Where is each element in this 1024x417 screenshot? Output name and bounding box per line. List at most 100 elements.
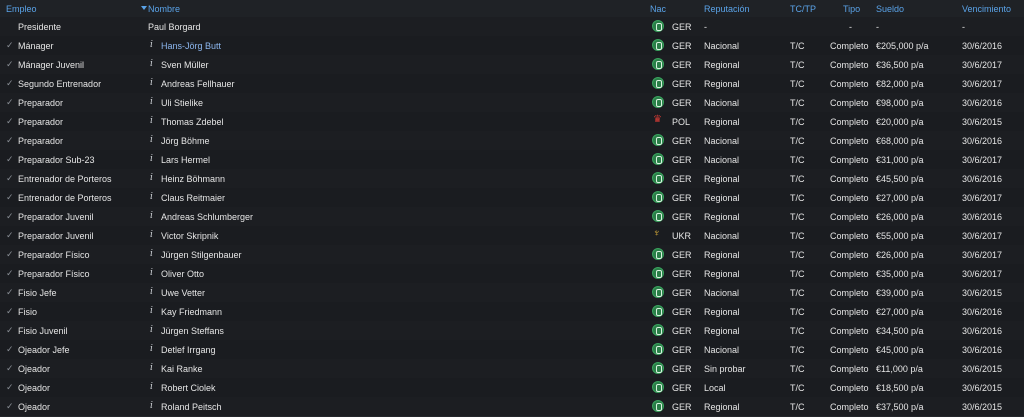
- header-tipo[interactable]: Tipo: [843, 4, 860, 14]
- table-row[interactable]: ✓ Ojeador i Roland Peitsch GER Regional T/C Com…: [0, 397, 1024, 417]
- table-row[interactable]: ✓ Entrenador de Porteros i Heinz Böhmann GER…: [0, 169, 1024, 189]
- cell-tipo: Completo: [830, 98, 869, 108]
- header-empleo[interactable]: Empleo: [6, 4, 37, 14]
- cell-nombre[interactable]: Jürgen Stilgenbauer: [161, 250, 242, 260]
- info-icon[interactable]: i: [150, 135, 153, 145]
- table-row[interactable]: ✓ Fisio Juvenil i Jürgen Steffans GER Regiona…: [0, 321, 1024, 341]
- cell-nombre[interactable]: Kai Ranke: [161, 364, 203, 374]
- cell-tctp: T/C: [790, 364, 805, 374]
- cell-sueldo: €36,500 p/a: [876, 60, 924, 70]
- info-icon[interactable]: i: [150, 363, 153, 373]
- table-row[interactable]: ✓ Mánager Juvenil i Sven Müller GER Regional T…: [0, 55, 1024, 75]
- cell-nombre[interactable]: Heinz Böhmann: [161, 174, 225, 184]
- cell-nombre[interactable]: Andreas Schlumberger: [161, 212, 253, 222]
- cell-nombre[interactable]: Thomas Zdebel: [161, 117, 224, 127]
- table-row[interactable]: ✓ Fisio Jefe i Uwe Vetter GER Nacional T/C Comp…: [0, 283, 1024, 303]
- cell-reputacion: Nacional: [704, 136, 740, 146]
- cell-reputacion: Regional: [704, 269, 740, 279]
- table-row[interactable]: ✓ Ojeador i Robert Ciolek GER Local T/C Complet…: [0, 378, 1024, 398]
- cell-reputacion: Regional: [704, 250, 740, 260]
- header-nombre[interactable]: Nombre: [148, 4, 180, 14]
- info-icon[interactable]: i: [150, 116, 153, 126]
- checkmark-icon: ✓: [6, 116, 14, 126]
- table-row[interactable]: ✓ Preparador i Thomas Zdebel POL Regional T/C C…: [0, 112, 1024, 132]
- cell-nombre[interactable]: Paul Borgard: [148, 22, 201, 32]
- cell-nombre[interactable]: Claus Reitmaier: [161, 193, 225, 203]
- info-icon[interactable]: i: [150, 382, 153, 392]
- table-row[interactable]: ✓ Preparador Juvenil i Andreas Schlumberger…: [0, 207, 1024, 227]
- cell-nombre[interactable]: Robert Ciolek: [161, 383, 216, 393]
- cell-nombre[interactable]: Hans-Jörg Butt: [161, 41, 221, 51]
- cell-nombre[interactable]: Roland Peitsch: [161, 402, 222, 412]
- flag-icon: [652, 228, 664, 241]
- cell-tctp: T/C: [790, 269, 805, 279]
- header-vencimiento[interactable]: Vencimiento: [962, 4, 1011, 14]
- cell-nombre[interactable]: Uli Stielike: [161, 98, 203, 108]
- cell-empleo: Entrenador de Porteros: [18, 193, 112, 203]
- table-row[interactable]: ✓ Preparador i Jörg Böhme GER Nacional T/C Comp…: [0, 131, 1024, 151]
- table-row[interactable]: ✓ Preparador Sub-23 i Lars Hermel GER Naciona…: [0, 150, 1024, 170]
- cell-tipo: Completo: [830, 364, 869, 374]
- flag-icon: [652, 134, 664, 146]
- cell-nombre[interactable]: Victor Skripnik: [161, 231, 218, 241]
- info-icon[interactable]: i: [150, 268, 153, 278]
- table-row[interactable]: ✓ Ojeador i Kai Ranke GER Sin probar T/C Comple…: [0, 359, 1024, 379]
- cell-tctp: T/C: [790, 41, 805, 51]
- cell-nac: GER: [672, 345, 692, 355]
- table-row[interactable]: ✓ Entrenador de Porteros i Claus Reitmaier G…: [0, 188, 1024, 208]
- info-icon[interactable]: i: [150, 97, 153, 107]
- cell-tipo: Completo: [830, 383, 869, 393]
- table-row[interactable]: ✓ Ojeador Jefe i Detlef Irrgang GER Nacional T…: [0, 340, 1024, 360]
- info-icon[interactable]: i: [150, 173, 153, 183]
- table-row[interactable]: ✓ Preparador i Uli Stielike GER Nacional T/C Co…: [0, 93, 1024, 113]
- cell-sueldo: €82,000 p/a: [876, 79, 924, 89]
- table-row[interactable]: ✓ Preparador Físico i Oliver Otto GER Regiona…: [0, 264, 1024, 284]
- cell-nombre[interactable]: Sven Müller: [161, 60, 209, 70]
- cell-tctp: T/C: [790, 402, 805, 412]
- table-row[interactable]: ✓ Preparador Juvenil i Victor Skripnik UKR Na…: [0, 226, 1024, 246]
- info-icon[interactable]: i: [150, 325, 153, 335]
- cell-vencimiento: 30/6/2017: [962, 79, 1003, 89]
- info-icon[interactable]: i: [150, 40, 153, 50]
- cell-empleo: Preparador Juvenil: [18, 231, 94, 241]
- cell-nombre[interactable]: Andreas Fellhauer: [161, 79, 235, 89]
- info-icon[interactable]: i: [150, 401, 153, 411]
- cell-tipo: Completo: [830, 60, 869, 70]
- flag-icon: [652, 77, 664, 89]
- info-icon[interactable]: i: [150, 154, 153, 164]
- cell-nombre[interactable]: Oliver Otto: [161, 269, 204, 279]
- cell-sueldo: €34,500 p/a: [876, 326, 924, 336]
- cell-sueldo: €20,000 p/a: [876, 117, 924, 127]
- info-icon[interactable]: i: [150, 192, 153, 202]
- info-icon[interactable]: i: [150, 230, 153, 240]
- flag-icon: [652, 39, 664, 51]
- header-reputacion[interactable]: Reputación: [704, 4, 750, 14]
- cell-vencimiento: 30/6/2016: [962, 326, 1003, 336]
- header-nac[interactable]: Nac: [650, 4, 666, 14]
- info-icon[interactable]: i: [150, 249, 153, 259]
- cell-nombre[interactable]: Uwe Vetter: [161, 288, 205, 298]
- cell-nombre[interactable]: Jürgen Steffans: [161, 326, 224, 336]
- info-icon[interactable]: i: [150, 59, 153, 69]
- checkmark-icon: ✓: [6, 59, 14, 69]
- cell-reputacion: -: [704, 22, 707, 32]
- cell-nombre[interactable]: Detlef Irrgang: [161, 345, 216, 355]
- info-icon[interactable]: i: [150, 306, 153, 316]
- cell-nombre[interactable]: Kay Friedmann: [161, 307, 222, 317]
- info-icon[interactable]: i: [150, 78, 153, 88]
- table-row[interactable]: ✓ Fisio i Kay Friedmann GER Regional T/C Comple…: [0, 302, 1024, 322]
- cell-vencimiento: 30/6/2016: [962, 41, 1003, 51]
- info-icon[interactable]: i: [150, 344, 153, 354]
- cell-tipo: Completo: [830, 402, 869, 412]
- table-row[interactable]: ✓ Preparador Físico i Jürgen Stilgenbauer GE…: [0, 245, 1024, 265]
- info-icon[interactable]: i: [150, 211, 153, 221]
- checkmark-icon: ✓: [6, 268, 14, 278]
- cell-nombre[interactable]: Lars Hermel: [161, 155, 210, 165]
- table-row[interactable]: ✓ Mánager i Hans-Jörg Butt GER Nacional T/C Com…: [0, 36, 1024, 56]
- header-sueldo[interactable]: Sueldo: [876, 4, 904, 14]
- table-row[interactable]: Presidente Paul Borgard GER - - - -: [0, 17, 1024, 37]
- info-icon[interactable]: i: [150, 287, 153, 297]
- header-tctp[interactable]: TC/TP: [790, 4, 816, 14]
- cell-nombre[interactable]: Jörg Böhme: [161, 136, 210, 146]
- table-row[interactable]: ✓ Segundo Entrenador i Andreas Fellhauer GER…: [0, 74, 1024, 94]
